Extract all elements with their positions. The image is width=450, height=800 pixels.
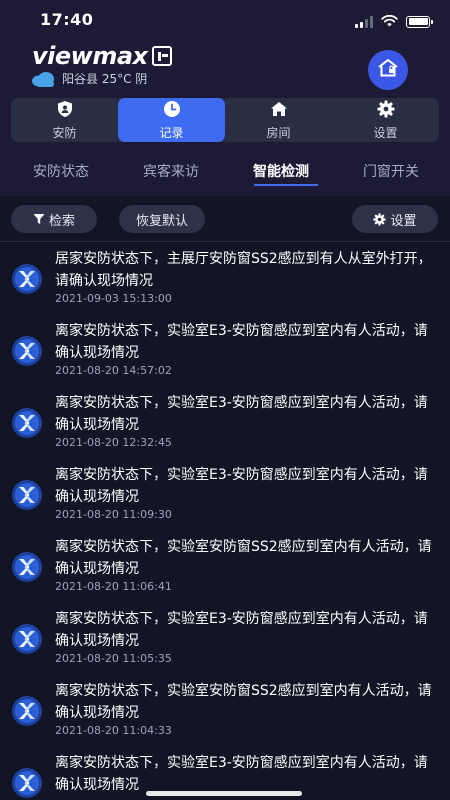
wifi-icon (381, 12, 398, 31)
status-icons (355, 12, 433, 31)
record-message: 离家安防状态下，实验室安防窗SS2感应到室内有人活动，请确认现场情况 (55, 539, 432, 577)
status-time: 17:40 (40, 10, 94, 29)
record-message: 离家安防状态下，实验室E3-安防窗感应到室内有人活动，请确认现场情况 (55, 467, 428, 505)
house-icon (270, 100, 288, 122)
brand-logo: viewmax (32, 42, 172, 70)
record-message: 离家安防状态下，实验室E3-安防窗感应到室内有人活动，请确认现场情况 (55, 323, 428, 361)
record-message: 离家安防状态下，实验室安防窗SS2感应到室内有人活动，请确认现场情况 (55, 683, 432, 721)
record-message: 离家安防状态下，实验室E3-安防窗感应到室内有人活动，请确认现场情况 (55, 755, 428, 793)
list-item[interactable]: 离家安防状态下，实验室E3-安防窗感应到室内有人活动，请确认现场情况 2021-… (0, 318, 450, 390)
cellular-signal-icon (355, 15, 373, 28)
record-timestamp: 2021-08-20 11:06:41 (55, 580, 172, 593)
toolbar-divider (0, 241, 450, 242)
list-item[interactable]: 离家安防状态下，实验室E3-安防窗感应到室内有人活动，请确认现场情况 2021-… (0, 606, 450, 678)
weather-info: 阳谷县 25°C 阴 (30, 70, 147, 87)
tab-smart-detection[interactable]: 智能检测 (253, 161, 309, 181)
status-bar: 17:40 (0, 0, 450, 40)
cloud-icon (30, 71, 56, 87)
search-filter-button[interactable]: 检索 (11, 205, 97, 233)
viewmax-x-icon (11, 263, 43, 295)
tab-door-window[interactable]: 门窗开关 (363, 161, 419, 181)
home-lock-button[interactable] (368, 50, 408, 90)
record-timestamp: 2021-08-20 11:05:35 (55, 652, 172, 665)
active-tab-indicator (254, 184, 318, 186)
tab-security-status[interactable]: 安防状态 (33, 161, 89, 181)
settings-label: 设置 (390, 213, 417, 229)
nav-item-label: 安防 (52, 125, 77, 140)
reset-default-label: 恢复默认 (135, 213, 188, 229)
sub-tabs: 安防状态 宾客来访 智能检测 门窗开关 (0, 155, 450, 191)
list-item[interactable]: 离家安防状态下，实验室E3-安防窗感应到室内有人活动，请确认现场情况 2021-… (0, 390, 450, 462)
nav-item-label: 房间 (266, 125, 291, 140)
tab-guest-visits[interactable]: 宾客来访 (143, 161, 199, 181)
nav-item-settings[interactable]: 设置 (332, 98, 439, 142)
viewmax-x-icon (11, 767, 43, 799)
record-timestamp: 2021-09-03 15:13:00 (55, 292, 172, 305)
record-timestamp: 2021-08-20 14:57:02 (55, 364, 172, 377)
list-item[interactable]: 离家安防状态下，实验室安防窗SS2感应到室内有人活动，请确认现场情况 2021-… (0, 678, 450, 750)
search-filter-label: 检索 (48, 213, 75, 229)
record-message: 离家安防状态下，实验室E3-安防窗感应到室内有人活动，请确认现场情况 (55, 611, 428, 649)
shield-icon (56, 100, 74, 122)
home-indicator (146, 791, 302, 796)
reset-default-button[interactable]: 恢复默认 (119, 205, 205, 233)
toolbar: 检索 恢复默认 设置 (0, 205, 450, 233)
record-message: 居家安防状态下，主展厅安防窗SS2感应到有人从室外打开，请确认现场情况 (55, 251, 432, 289)
viewmax-x-icon (11, 551, 43, 583)
record-message: 离家安防状态下，实验室E3-安防窗感应到室内有人活动，请确认现场情况 (55, 395, 428, 433)
nav-item-label: 记录 (159, 125, 184, 140)
gear-icon (373, 212, 387, 226)
viewmax-x-icon (11, 695, 43, 727)
clock-icon (163, 100, 181, 122)
list-item[interactable]: 离家安防状态下，实验室E3-安防窗感应到室内有人活动，请确认现场情况 2021-… (0, 462, 450, 534)
main-nav: 安防 记录 房间 设置 (11, 98, 439, 142)
logo-badge-icon (151, 46, 172, 66)
record-timestamp: 2021-08-20 11:04:33 (55, 724, 172, 737)
gear-icon (377, 100, 395, 122)
nav-item-label: 设置 (373, 125, 398, 140)
logo-text: viewmax (32, 42, 148, 70)
filter-icon (33, 213, 45, 225)
battery-icon (406, 15, 433, 28)
nav-item-security[interactable]: 安防 (11, 98, 118, 142)
record-timestamp: 2021-08-20 11:09:30 (55, 508, 172, 521)
viewmax-x-icon (11, 479, 43, 511)
list-item[interactable]: 居家安防状态下，主展厅安防窗SS2感应到有人从室外打开，请确认现场情况 2021… (0, 246, 450, 318)
list-item[interactable]: 离家安防状态下，实验室安防窗SS2感应到室内有人活动，请确认现场情况 2021-… (0, 534, 450, 606)
viewmax-x-icon (11, 407, 43, 439)
home-lock-icon (377, 58, 399, 82)
viewmax-x-icon (11, 623, 43, 655)
nav-item-records[interactable]: 记录 (118, 98, 225, 142)
record-timestamp: 2021-08-20 12:32:45 (55, 436, 172, 449)
nav-item-rooms[interactable]: 房间 (225, 98, 332, 142)
weather-text: 阳谷县 25°C 阴 (62, 72, 148, 86)
viewmax-x-icon (11, 335, 43, 367)
settings-button[interactable]: 设置 (352, 205, 438, 233)
